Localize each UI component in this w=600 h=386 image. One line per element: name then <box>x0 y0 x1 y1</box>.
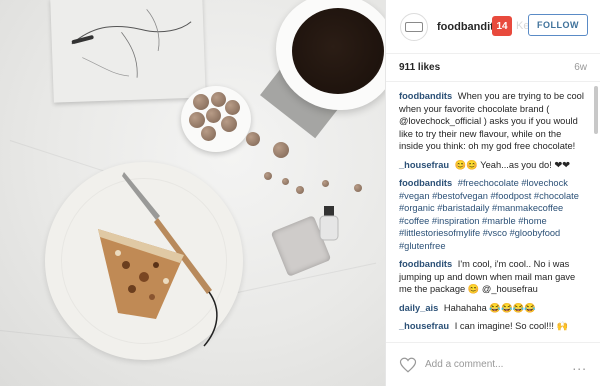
sketchbook <box>50 0 206 103</box>
post-photo[interactable] <box>0 0 385 386</box>
nut-crumb <box>296 186 304 194</box>
comment-username[interactable]: daily_ais <box>399 303 438 313</box>
kenh14-logo: 14 <box>492 16 512 36</box>
nut-crumb <box>282 178 289 185</box>
comment: foodbandits I'm cool, i'm cool.. No i wa… <box>399 258 587 296</box>
profile-avatar[interactable] <box>400 12 428 41</box>
post-stats: 911 likes 6w <box>386 54 600 82</box>
post-header: foodbandits 14 Kenh14.vn FOLLOW <box>386 0 600 54</box>
comment-username[interactable]: _housefrau <box>399 321 449 331</box>
comment-text: I can imagine! So cool!!! 🙌 <box>454 321 569 331</box>
comment-username[interactable]: foodbandits <box>399 259 452 269</box>
instagram-post-modal: foodbandits 14 Kenh14.vn FOLLOW 911 like… <box>0 0 600 386</box>
cake-slice <box>98 229 184 319</box>
comment-text: 😊😊 Yeah...as you do! ❤❤ <box>454 159 570 170</box>
more-options-icon[interactable]: ... <box>572 357 587 373</box>
nut-crumb <box>322 180 329 187</box>
nut-crumb <box>354 184 362 192</box>
comment-username[interactable]: foodbandits <box>399 91 452 101</box>
comment-username[interactable]: _housefrau <box>399 160 449 170</box>
likes-count[interactable]: 911 likes <box>399 62 440 73</box>
add-comment-input[interactable]: Add a comment... <box>425 359 572 370</box>
comment: _housefrau I can imagine! So cool!!! 🙌 <box>399 320 587 332</box>
comment-list[interactable]: foodbandits When you are trying to be co… <box>386 82 600 332</box>
post-sidebar: foodbandits 14 Kenh14.vn FOLLOW 911 like… <box>385 0 600 386</box>
nut-crumb <box>264 172 272 180</box>
comment: daily_ais Hahahaha 😂😂😂😂 <box>399 302 587 315</box>
post-age[interactable]: 6w <box>574 62 587 73</box>
loose-hazelnut <box>273 142 289 158</box>
comment-scrollbar[interactable] <box>594 86 598 336</box>
hazelnut-bowl <box>181 86 251 152</box>
follow-button[interactable]: FOLLOW <box>528 14 588 36</box>
comment-text: Hahahaha 😂😂😂😂 <box>443 302 536 313</box>
comment-username[interactable]: foodbandits <box>399 178 452 188</box>
small-bottle <box>319 206 339 241</box>
comment: foodbandits #freechocolate #lovechock #v… <box>399 177 587 252</box>
comment: _housefrau 😊😊 Yeah...as you do! ❤❤ <box>399 159 587 172</box>
comment: foodbandits When you are trying to be co… <box>399 90 587 153</box>
comment-bar: Add a comment... ... <box>386 342 600 386</box>
post-author-username[interactable]: foodbandits <box>437 21 500 33</box>
heart-outline-icon[interactable] <box>399 356 417 374</box>
loose-hazelnut <box>246 132 260 146</box>
comment-text: #freechocolate #lovechock #vegan #bestof… <box>399 178 579 251</box>
